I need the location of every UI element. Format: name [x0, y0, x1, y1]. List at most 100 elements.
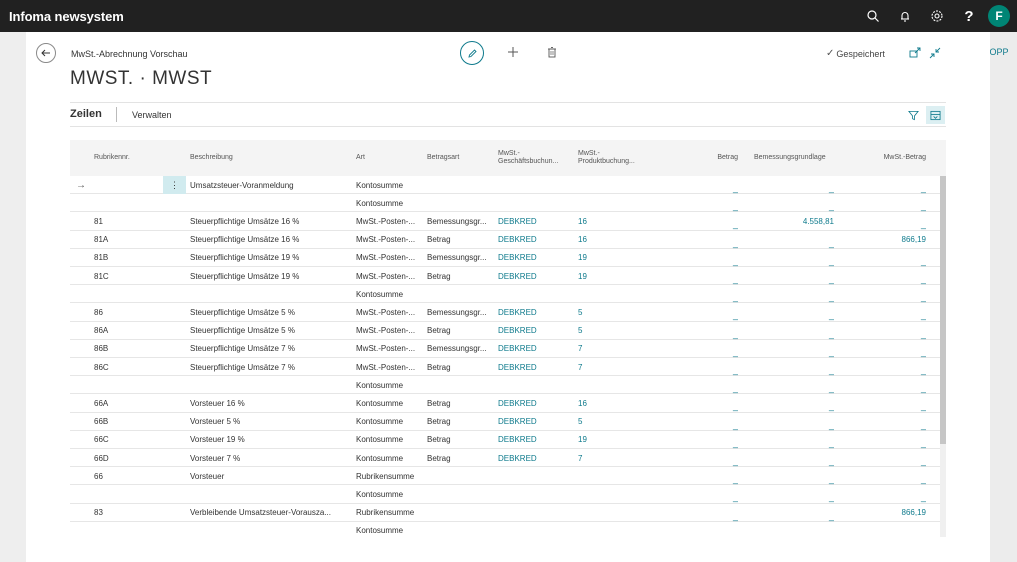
- cell-pbg[interactable]: 16: [578, 231, 648, 249]
- cell-art[interactable]: Kontosumme: [356, 394, 426, 412]
- cell-betragsart[interactable]: Betrag: [427, 322, 497, 340]
- cell-beschreibung[interactable]: [190, 522, 352, 537]
- cell-rubrik[interactable]: [94, 485, 154, 503]
- cell-mwst[interactable]: _: [840, 249, 926, 267]
- cell-betragsart[interactable]: [427, 376, 497, 394]
- column-header-mwst-betrag[interactable]: MwSt.-Betrag: [840, 140, 926, 176]
- cell-betrag[interactable]: _: [670, 267, 738, 285]
- table-row[interactable]: 81C Steuerpflichtige Umsätze 19 % MwSt.-Po…: [70, 267, 940, 286]
- delete-button[interactable]: [544, 44, 560, 60]
- cell-rubrik[interactable]: 81C: [94, 267, 154, 285]
- cell-art[interactable]: Rubrikensumme: [356, 467, 426, 485]
- cell-betrag[interactable]: [670, 522, 738, 537]
- cell-beschreibung[interactable]: Steuerpflichtige Umsätze 5 %: [190, 322, 352, 340]
- table-row[interactable]: Kontosumme: [70, 522, 940, 537]
- cell-bemessung[interactable]: _: [754, 303, 834, 321]
- cell-betrag[interactable]: _: [670, 249, 738, 267]
- column-header-rubrik[interactable]: Rubrikennr.: [94, 140, 130, 176]
- table-row[interactable]: 86B Steuerpflichtige Umsätze 7 % MwSt.-Pos…: [70, 340, 940, 358]
- tab-manage[interactable]: Verwalten: [132, 110, 172, 120]
- cell-art[interactable]: MwSt.-Posten-...: [356, 212, 426, 230]
- new-button[interactable]: [505, 44, 521, 60]
- column-header-produktbuchungsgruppe[interactable]: MwSt.- Produktbuchung...: [578, 140, 635, 176]
- cell-betragsart[interactable]: Betrag: [427, 449, 497, 467]
- cell-art[interactable]: Kontosumme: [356, 176, 426, 194]
- cell-rubrik[interactable]: [94, 176, 154, 194]
- grid-scrollbar[interactable]: [940, 176, 946, 537]
- table-row[interactable]: 81 Steuerpflichtige Umsätze 16 % MwSt.-Pos…: [70, 212, 940, 231]
- cell-rubrik[interactable]: [94, 194, 154, 212]
- table-row[interactable]: Kontosumme _ _ _: [70, 285, 940, 304]
- cell-rubrik[interactable]: 81A: [94, 231, 154, 249]
- cell-mwst[interactable]: _: [840, 413, 926, 431]
- cell-betrag[interactable]: _: [670, 176, 738, 194]
- edit-button[interactable]: [460, 41, 484, 65]
- cell-gbg[interactable]: DEBKRED: [498, 358, 568, 376]
- cell-mwst[interactable]: _: [840, 431, 926, 449]
- table-row[interactable]: Kontosumme _ _ _: [70, 194, 940, 213]
- cell-gbg[interactable]: [498, 194, 568, 212]
- cell-betragsart[interactable]: Betrag: [427, 413, 497, 431]
- cell-betragsart[interactable]: Betrag: [427, 267, 497, 285]
- cell-rubrik[interactable]: 86C: [94, 358, 154, 376]
- avatar[interactable]: F: [988, 5, 1010, 27]
- cell-art[interactable]: MwSt.-Posten-...: [356, 303, 426, 321]
- table-row[interactable]: 66B Vorsteuer 5 % Kontosumme Betrag DEBKRED 5…: [70, 413, 940, 431]
- collapse-button[interactable]: [929, 46, 943, 60]
- cell-mwst[interactable]: _: [840, 467, 926, 485]
- app-title[interactable]: Infoma newsystem: [0, 9, 124, 24]
- cell-bemessung[interactable]: _: [754, 267, 834, 285]
- cell-betragsart[interactable]: [427, 504, 497, 522]
- cell-betragsart[interactable]: [427, 176, 497, 194]
- cell-betragsart[interactable]: Betrag: [427, 358, 497, 376]
- cell-betragsart[interactable]: Bemessungsgr...: [427, 340, 497, 358]
- cell-betrag[interactable]: _: [670, 485, 738, 503]
- column-header-betragsart[interactable]: Betragsart: [427, 140, 459, 176]
- table-row[interactable]: 81A Steuerpflichtige Umsätze 16 % MwSt.-Po…: [70, 231, 940, 249]
- table-row[interactable]: 86C Steuerpflichtige Umsätze 7 % MwSt.-Pos…: [70, 358, 940, 377]
- cell-mwst[interactable]: _: [840, 285, 926, 303]
- cell-betragsart[interactable]: [427, 467, 497, 485]
- cell-mwst[interactable]: _: [840, 376, 926, 394]
- more-dots-icon[interactable]: ⋮: [163, 176, 186, 194]
- cell-beschreibung[interactable]: Vorsteuer: [190, 467, 352, 485]
- cell-art[interactable]: Kontosumme: [356, 449, 426, 467]
- cell-rubrik[interactable]: 81: [94, 212, 154, 230]
- open-new-window-button[interactable]: [909, 46, 923, 60]
- cell-bemessung[interactable]: _: [754, 376, 834, 394]
- cell-pbg[interactable]: 5: [578, 413, 648, 431]
- cell-rubrik[interactable]: 86: [94, 303, 154, 321]
- cell-beschreibung[interactable]: Steuerpflichtige Umsätze 7 %: [190, 340, 352, 358]
- cell-gbg[interactable]: DEBKRED: [498, 431, 568, 449]
- back-button[interactable]: [36, 43, 56, 63]
- cell-betrag[interactable]: _: [670, 358, 738, 376]
- cell-betragsart[interactable]: [427, 522, 497, 537]
- cell-gbg[interactable]: DEBKRED: [498, 340, 568, 358]
- cell-betrag[interactable]: _: [670, 231, 738, 249]
- cell-gbg[interactable]: DEBKRED: [498, 413, 568, 431]
- cell-art[interactable]: Kontosumme: [356, 285, 426, 303]
- cell-art[interactable]: Rubrikensumme: [356, 504, 426, 522]
- cell-beschreibung[interactable]: [190, 285, 352, 303]
- cell-betrag[interactable]: _: [670, 340, 738, 358]
- cell-bemessung[interactable]: _: [754, 340, 834, 358]
- cell-beschreibung[interactable]: Steuerpflichtige Umsätze 5 %: [190, 303, 352, 321]
- column-header-geschaeftsbuchungsgruppe[interactable]: MwSt.- Geschäftsbuchun...: [498, 140, 558, 176]
- cell-art[interactable]: MwSt.-Posten-...: [356, 267, 426, 285]
- cell-art[interactable]: MwSt.-Posten-...: [356, 358, 426, 376]
- cell-bemessung[interactable]: _: [754, 231, 834, 249]
- cell-rubrik[interactable]: 86A: [94, 322, 154, 340]
- cell-mwst[interactable]: _: [840, 303, 926, 321]
- cell-pbg[interactable]: 7: [578, 358, 648, 376]
- cell-betragsart[interactable]: Betrag: [427, 394, 497, 412]
- cell-art[interactable]: Kontosumme: [356, 431, 426, 449]
- cell-mwst[interactable]: 866,19: [840, 231, 926, 249]
- cell-art[interactable]: MwSt.-Posten-...: [356, 231, 426, 249]
- cell-art[interactable]: MwSt.-Posten-...: [356, 249, 426, 267]
- cell-betragsart[interactable]: [427, 194, 497, 212]
- table-row[interactable]: 86 Steuerpflichtige Umsätze 5 % MwSt.-Post…: [70, 303, 940, 322]
- cell-mwst[interactable]: _: [840, 485, 926, 503]
- cell-bemessung[interactable]: _: [754, 504, 834, 522]
- cell-mwst[interactable]: [840, 522, 926, 537]
- cell-art[interactable]: MwSt.-Posten-...: [356, 322, 426, 340]
